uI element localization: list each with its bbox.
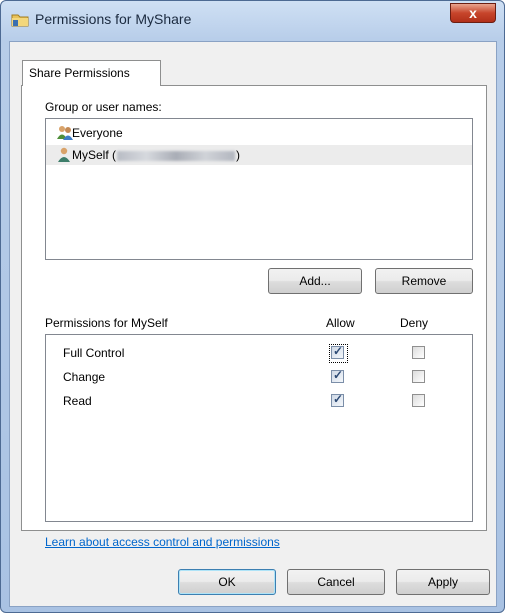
list-item-everyone[interactable]: Everyone [46,123,472,143]
list-item-label: Everyone [72,126,123,140]
allow-column-header: Allow [326,316,355,330]
permissions-list: Full Control Change Read [45,334,473,522]
shared-folder-icon [11,14,29,27]
add-button[interactable]: Add... [268,268,362,294]
change-allow-checkbox[interactable] [331,368,344,383]
group-names-label: Group or user names: [45,100,162,114]
remove-button[interactable]: Remove [375,268,473,294]
user-name-prefix: MySelf ( [72,148,117,162]
add-button-label: Add... [299,274,331,288]
deny-header-text: Deny [400,316,429,330]
learn-more-link[interactable]: Learn about access control and permissio… [45,535,280,549]
full-control-deny-checkbox[interactable] [412,346,425,359]
ok-button-label: OK [218,575,236,589]
apply-button-label: Apply [427,575,459,589]
permission-row-name: Full Control [63,346,125,360]
close-icon: x [469,5,477,21]
permission-row-name: Read [63,394,92,408]
title-bar[interactable]: Permissions for MyShare x [1,1,504,41]
tab-label: Share Permissions [29,66,130,80]
group-user-list[interactable]: Everyone MySelf () [45,118,473,260]
tab-share-permissions[interactable]: Share Permissions [22,60,161,86]
permission-row-name: Change [63,370,106,384]
permissions-label: Permissions for MySelf [45,316,168,330]
permissions-label-text: Permissions for MySelf [45,316,168,330]
change-deny-checkbox[interactable] [412,370,425,383]
ok-button[interactable]: OK [178,569,276,595]
group-names-label-text: Group or user names: [45,100,162,114]
cancel-button-label: Cancel [317,575,355,589]
window-title: Permissions for MyShare [35,11,192,27]
read-allow-checkbox[interactable] [331,392,344,407]
close-button[interactable]: x [450,3,496,23]
redacted-account [117,150,236,161]
user-name-suffix: ) [236,148,241,162]
deny-column-header: Deny [400,316,428,330]
list-item-label: MySelf () [72,148,240,162]
read-deny-checkbox[interactable] [412,394,425,407]
list-item-myself[interactable]: MySelf () [46,145,472,165]
full-control-allow-checkbox[interactable] [331,344,344,359]
allow-header-text: Allow [326,316,355,330]
apply-button[interactable]: Apply [396,569,490,595]
remove-button-label: Remove [401,274,447,288]
cancel-button[interactable]: Cancel [287,569,385,595]
